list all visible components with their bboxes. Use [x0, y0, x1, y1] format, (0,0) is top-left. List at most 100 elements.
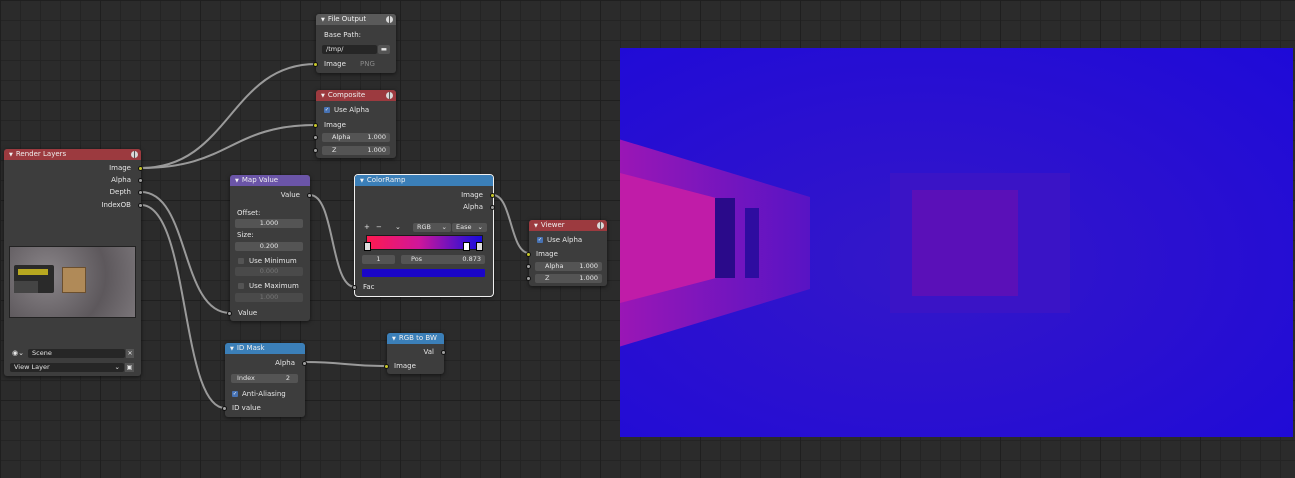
link-colorramp-viewer: [492, 194, 530, 254]
alpha-input-socket[interactable]: [526, 264, 531, 269]
color-mode-select[interactable]: RGB ⌄: [413, 223, 451, 232]
image-input-socket[interactable]: [384, 364, 389, 369]
render-layers-title: Render Layers: [15, 150, 67, 158]
file-output-header[interactable]: ▼ File Output: [316, 14, 396, 25]
minimum-field[interactable]: 0.000: [235, 267, 303, 276]
image-input-socket[interactable]: [313, 62, 318, 67]
collapse-arrow-icon[interactable]: ▼: [230, 344, 234, 355]
alpha-output-socket[interactable]: [302, 361, 307, 366]
view-layer-field[interactable]: View Layer ⌄: [10, 363, 124, 372]
link-image-fileoutput: [140, 63, 317, 169]
ramp-menu-button[interactable]: ⌄: [395, 222, 401, 232]
use-alpha-checkbox[interactable]: ✓: [537, 237, 543, 243]
value-output-label: Value: [280, 191, 300, 199]
render-layer-icon[interactable]: ▣: [125, 363, 134, 372]
use-maximum-label: Use Maximum: [249, 282, 299, 290]
render-preview-thumbnail: [9, 246, 136, 318]
collapse-arrow-icon[interactable]: ▼: [360, 176, 364, 187]
fac-input-label: Fac: [363, 283, 375, 291]
anti-aliasing-checkbox[interactable]: ✓: [232, 391, 238, 397]
render-globe-icon[interactable]: [386, 92, 393, 99]
scene-icon[interactable]: ◉⌄: [12, 349, 24, 357]
maximum-field[interactable]: 1.000: [235, 293, 303, 302]
indexob-output-socket[interactable]: [138, 203, 143, 208]
remove-stop-button[interactable]: −: [376, 222, 382, 232]
viewer-header[interactable]: ▼ Viewer: [529, 220, 607, 231]
color-ramp-header[interactable]: ▼ ColorRamp: [355, 175, 493, 186]
collapse-arrow-icon[interactable]: ▼: [235, 176, 239, 187]
collapse-arrow-icon[interactable]: ▼: [321, 15, 325, 26]
base-path-field[interactable]: /tmp/: [322, 45, 377, 54]
add-stop-button[interactable]: +: [364, 222, 370, 232]
image-output-label: Image: [461, 191, 483, 199]
file-output-node[interactable]: ▼ File Output Base Path: /tmp/ ▬ Image PN…: [313, 14, 396, 73]
scene-field[interactable]: Scene: [28, 349, 125, 358]
interpolation-select[interactable]: Ease ⌄: [452, 223, 487, 232]
composite-header[interactable]: ▼ Composite: [316, 90, 396, 101]
value-output-socket[interactable]: [307, 193, 312, 198]
composite-node[interactable]: ▼ Composite ✓ Use Alpha Image Alpha 1.000 …: [313, 90, 396, 158]
color-ramp-node[interactable]: ▼ ColorRamp Image Alpha + − ⌄ RGB ⌄ Ease ⌄ …: [352, 174, 495, 297]
id-value-input-socket[interactable]: [222, 406, 227, 411]
z-input-socket[interactable]: [313, 148, 318, 153]
offset-field[interactable]: 1.000: [235, 219, 303, 228]
link-idmask-rgbtobw: [304, 361, 388, 367]
image-output-label: Image: [109, 164, 131, 172]
collapse-arrow-icon[interactable]: ▼: [534, 221, 538, 232]
image-output-socket[interactable]: [138, 166, 143, 171]
z-input-socket[interactable]: [526, 276, 531, 281]
clear-scene-icon[interactable]: ✕: [126, 349, 134, 358]
viewer-title: Viewer: [540, 221, 565, 229]
chevron-down-icon: ⌄: [477, 223, 483, 231]
anti-aliasing-label: Anti-Aliasing: [242, 390, 286, 398]
stop-index-field[interactable]: 1: [362, 255, 395, 264]
format-label: PNG: [360, 60, 375, 68]
value-input-socket[interactable]: [227, 311, 232, 316]
val-output-socket[interactable]: [441, 350, 446, 355]
color-stop-marker-0[interactable]: [364, 242, 371, 251]
alpha-field[interactable]: Alpha 1.000: [322, 133, 390, 142]
size-field[interactable]: 0.200: [235, 242, 303, 251]
collapse-arrow-icon[interactable]: ▼: [9, 150, 13, 161]
map-value-node[interactable]: ▼ Map Value Value Offset: 1.000 Size: 0.2…: [227, 175, 312, 321]
val-output-label: Val: [423, 348, 434, 356]
collapse-arrow-icon[interactable]: ▼: [321, 91, 325, 102]
collapse-arrow-icon[interactable]: ▼: [392, 334, 396, 345]
rgb-to-bw-node[interactable]: ▼ RGB to BW Val Image: [384, 333, 446, 374]
pos-field[interactable]: Pos 0.873: [401, 255, 485, 264]
stop-color-swatch[interactable]: [362, 269, 485, 277]
image-input-label: Image: [394, 362, 416, 370]
link-image-composite-2: [140, 124, 317, 169]
alpha-output-socket[interactable]: [490, 205, 495, 210]
color-stop-marker-2[interactable]: [476, 242, 483, 251]
folder-icon[interactable]: ▬: [378, 45, 390, 54]
render-globe-icon[interactable]: [131, 151, 138, 158]
map-value-header[interactable]: ▼ Map Value: [230, 175, 310, 186]
id-mask-title: ID Mask: [236, 344, 265, 352]
id-mask-node[interactable]: ▼ ID Mask Alpha Index 2 ✓ Anti-Aliasing ID…: [222, 343, 307, 417]
rgb-to-bw-title: RGB to BW: [398, 334, 437, 342]
depth-output-socket[interactable]: [138, 190, 143, 195]
z-field[interactable]: Z 1.000: [535, 274, 602, 283]
image-input-socket[interactable]: [526, 252, 531, 257]
alpha-input-socket[interactable]: [313, 135, 318, 140]
fac-input-socket[interactable]: [352, 285, 357, 290]
id-mask-header[interactable]: ▼ ID Mask: [225, 343, 305, 354]
color-stop-marker-1[interactable]: [463, 242, 470, 251]
image-output-socket[interactable]: [490, 193, 495, 198]
use-alpha-checkbox[interactable]: ✓: [324, 107, 330, 113]
alpha-output-socket[interactable]: [138, 178, 143, 183]
image-input-socket[interactable]: [313, 123, 318, 128]
composite-title: Composite: [327, 91, 366, 99]
rgb-to-bw-header[interactable]: ▼ RGB to BW: [387, 333, 444, 344]
render-globe-icon[interactable]: [597, 222, 604, 229]
index-field[interactable]: Index 2: [231, 374, 298, 383]
use-maximum-checkbox[interactable]: [238, 283, 244, 289]
alpha-field[interactable]: Alpha 1.000: [535, 262, 602, 271]
render-layers-header[interactable]: ▼ Render Layers: [4, 149, 141, 160]
render-globe-icon[interactable]: [386, 16, 393, 23]
viewer-node[interactable]: ▼ Viewer ✓ Use Alpha Image Alpha 1.000 Z 1.…: [526, 220, 607, 286]
z-field[interactable]: Z 1.000: [322, 146, 390, 155]
render-layers-node[interactable]: ▼ Render Layers Image Alpha Depth IndexOB…: [4, 149, 143, 376]
use-minimum-checkbox[interactable]: [238, 258, 244, 264]
